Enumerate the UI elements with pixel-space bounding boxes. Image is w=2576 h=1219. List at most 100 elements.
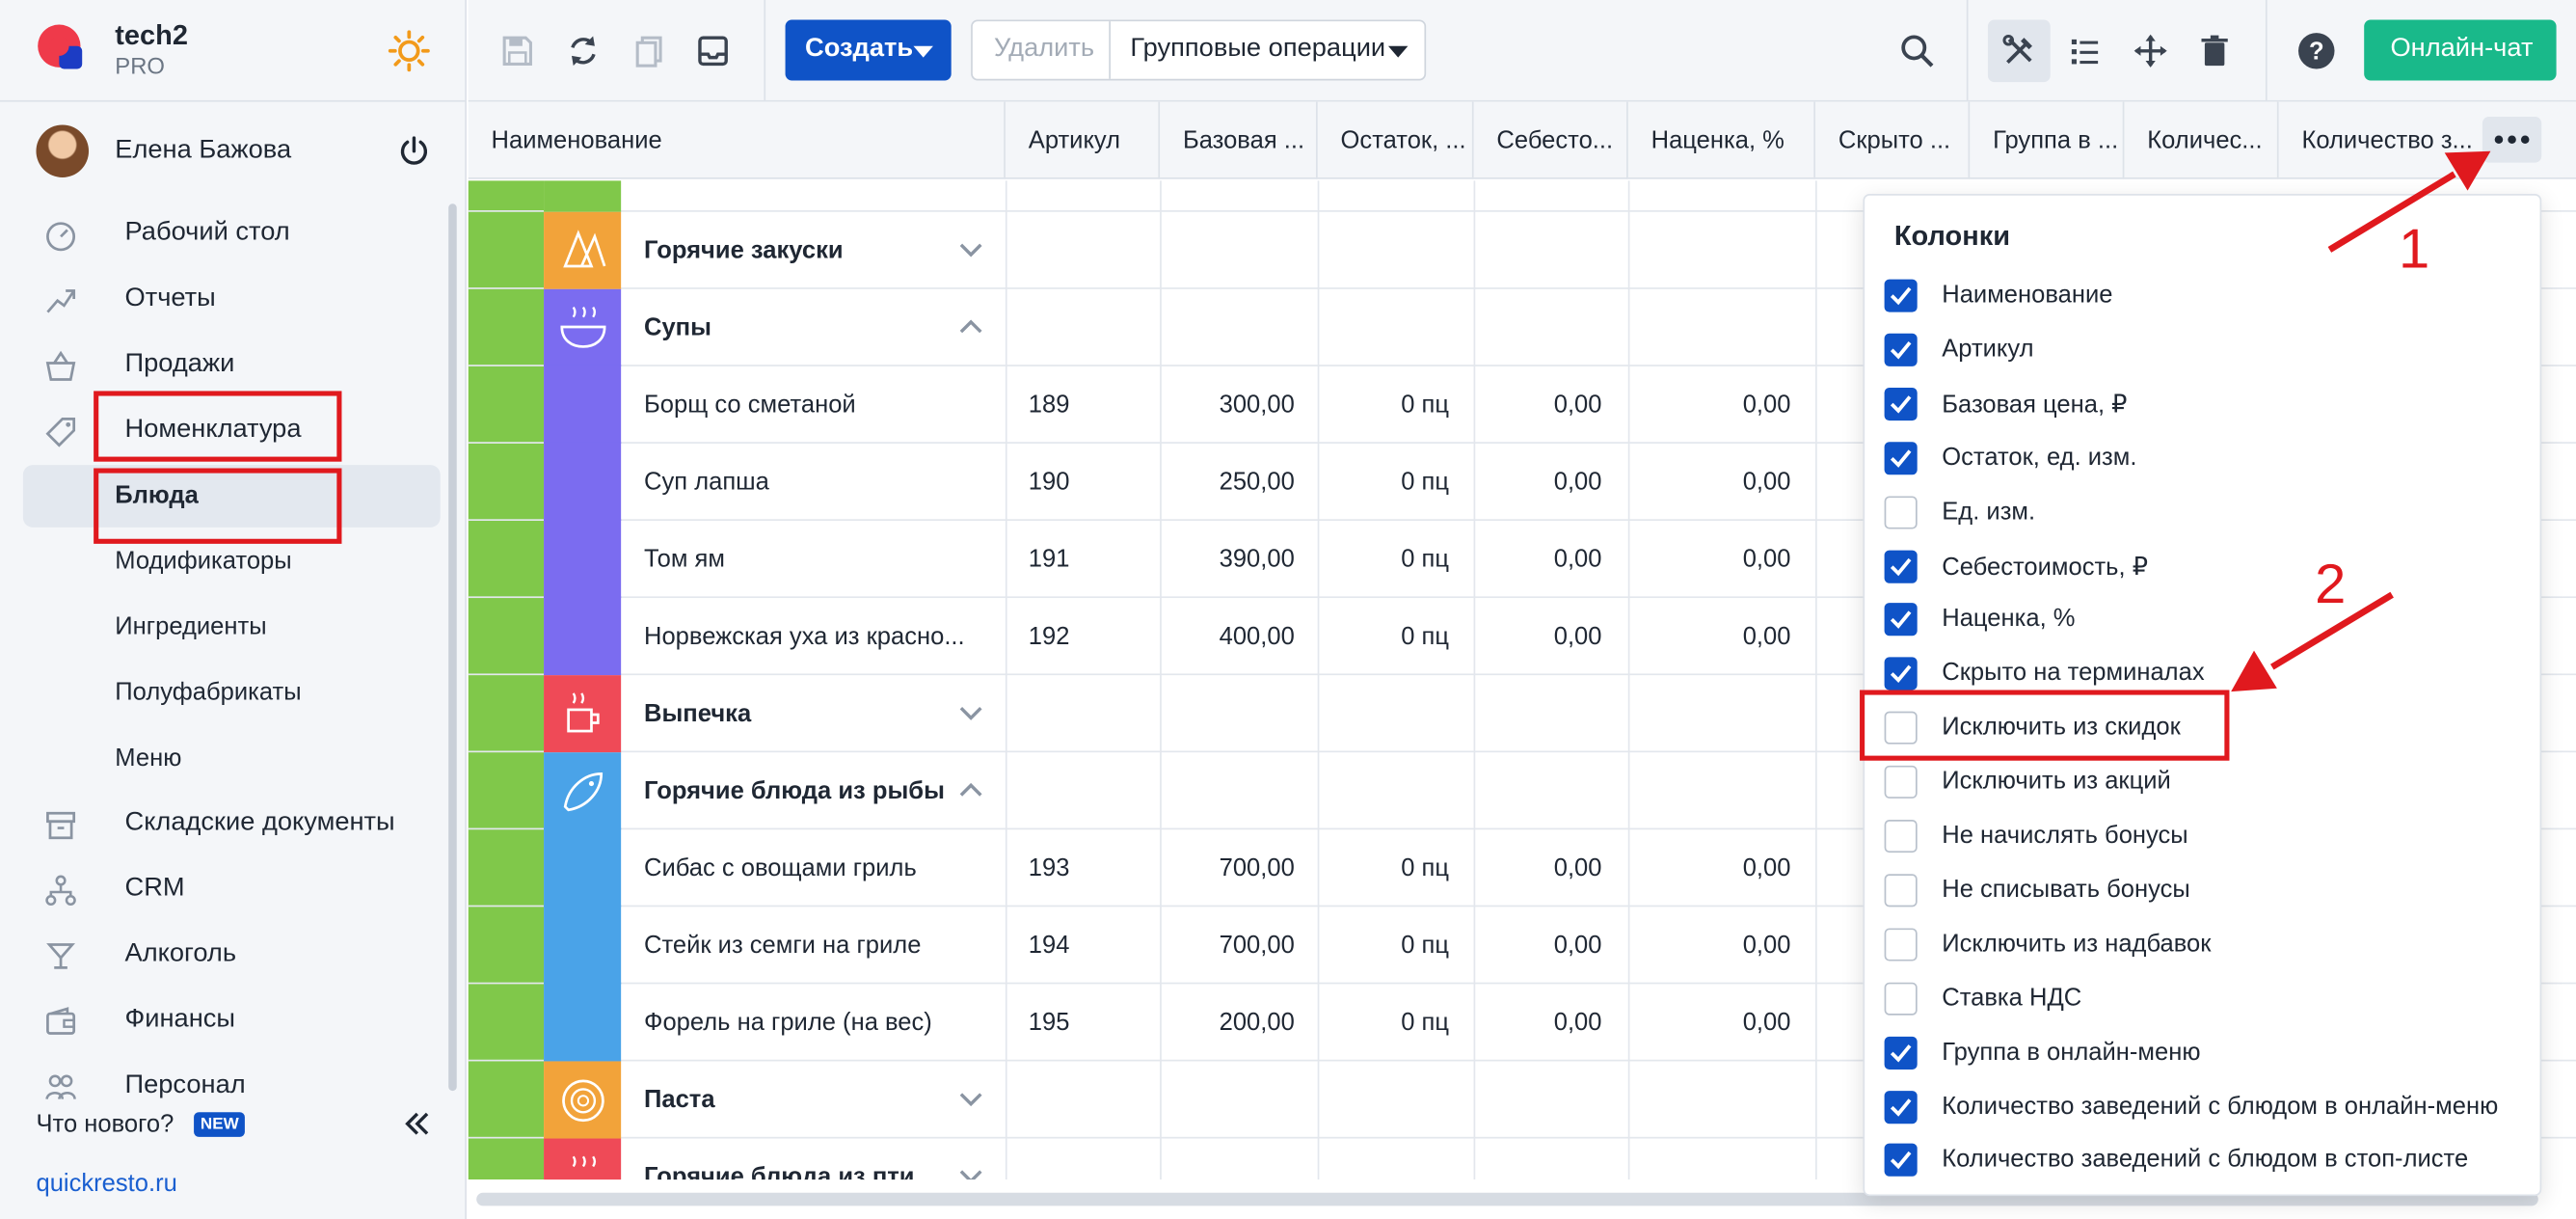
- search-button[interactable]: [1892, 26, 1942, 75]
- theme-sun-icon[interactable]: [388, 30, 430, 72]
- cell-value: 700,00: [1219, 853, 1295, 882]
- site-link[interactable]: quickresto.ru: [36, 1170, 176, 1198]
- delete-button[interactable]: Удалить: [973, 21, 1111, 79]
- cell-value: 250,00: [1219, 468, 1295, 497]
- column-option[interactable]: Исключить из надбавок: [1884, 920, 2542, 969]
- sidebar-item-crm[interactable]: CRM: [23, 857, 441, 920]
- sidebar-item-alcohol[interactable]: Алкоголь: [23, 923, 441, 986]
- column-checkbox[interactable]: [1884, 441, 1918, 474]
- column-checkbox[interactable]: [1884, 1090, 1918, 1124]
- sidebar-item-label: Алкоголь: [124, 939, 237, 968]
- column-option[interactable]: Не списывать бонусы: [1884, 866, 2542, 915]
- sidebar-item-menu[interactable]: Меню: [23, 728, 441, 791]
- column-checkbox[interactable]: [1884, 279, 1918, 312]
- sidebar-item-reports[interactable]: Отчеты: [23, 268, 441, 331]
- column-option[interactable]: Ставка НДС: [1884, 974, 2542, 1023]
- column-option-label: Остаток, ед. изм.: [1942, 443, 2137, 472]
- column-option[interactable]: Ед. изм.: [1884, 487, 2542, 536]
- column-option[interactable]: Базовая цена, ₽: [1884, 379, 2542, 428]
- create-button[interactable]: Создать: [785, 19, 952, 81]
- trash-button[interactable]: [2190, 26, 2240, 75]
- sidebar-item-staff[interactable]: Персонал: [23, 1055, 441, 1118]
- column-checkbox[interactable]: [1884, 549, 1918, 582]
- save-icon: [502, 36, 532, 66]
- column-option[interactable]: Количество заведений с блюдом в онлайн-м…: [1884, 1082, 2542, 1131]
- column-checkbox[interactable]: [1884, 820, 1918, 853]
- logout-power-icon[interactable]: [397, 135, 430, 168]
- column-option[interactable]: Наименование: [1884, 271, 2542, 320]
- sidebar-item-label: Складские документы: [124, 808, 395, 837]
- sidebar-item-ingredients[interactable]: Ингредиенты: [23, 596, 441, 659]
- chevron-up-icon[interactable]: [956, 312, 986, 342]
- online-chat-button[interactable]: Онлайн-чат: [2364, 19, 2557, 81]
- column-header-name[interactable]: Наименование: [469, 101, 1006, 179]
- copy-button[interactable]: [625, 26, 674, 75]
- column-option[interactable]: Исключить из акций: [1884, 757, 2542, 806]
- cell-value: 300,00: [1219, 391, 1295, 420]
- sidebar-item-finance[interactable]: Финансы: [23, 989, 441, 1052]
- column-checkbox[interactable]: [1884, 603, 1918, 637]
- column-header-stock[interactable]: Остаток, ...: [1318, 101, 1474, 179]
- column-option[interactable]: Остаток, ед. изм.: [1884, 433, 2542, 482]
- tools-button[interactable]: [1987, 19, 2051, 83]
- column-header-base-price[interactable]: Базовая ...: [1160, 101, 1318, 179]
- column-header-markup[interactable]: Наценка, %: [1628, 101, 1816, 179]
- sidebar-item-warehouse[interactable]: Складские документы: [23, 792, 441, 854]
- sidebar-scrollbar[interactable]: [448, 203, 457, 1092]
- sidebar-item-semifinished[interactable]: Полуфабрикаты: [23, 663, 441, 725]
- chevron-down-icon[interactable]: [956, 235, 986, 265]
- avatar[interactable]: [36, 124, 90, 177]
- whats-new-link[interactable]: Что нового?: [36, 1111, 174, 1139]
- sidebar: tech2 PRO Елена Бажова Рабочий стол Отче…: [0, 0, 467, 1219]
- column-checkbox[interactable]: [1884, 765, 1918, 799]
- move-button[interactable]: [2126, 26, 2175, 75]
- column-checkbox[interactable]: [1884, 1144, 1918, 1178]
- list-view-button[interactable]: [2060, 26, 2109, 75]
- column-checkbox[interactable]: [1884, 874, 1918, 907]
- column-checkbox[interactable]: [1884, 657, 1918, 691]
- column-checkbox[interactable]: [1884, 1036, 1918, 1070]
- online-chat-label: Онлайн-чат: [2390, 34, 2534, 63]
- column-header-cost[interactable]: Себесто...: [1474, 101, 1628, 179]
- cell-markup: 0,00: [1628, 444, 1791, 521]
- group-operations-dropdown[interactable]: Групповые операции: [1111, 21, 1424, 79]
- chart-icon: [46, 289, 76, 313]
- warehouse-icon: [46, 811, 76, 840]
- column-header-label: Наценка, %: [1650, 126, 1784, 155]
- inbox-button[interactable]: [688, 26, 738, 75]
- sidebar-item-dashboard[interactable]: Рабочий стол: [23, 203, 441, 265]
- column-option-label: Наименование: [1942, 281, 2113, 310]
- column-header-hidden[interactable]: Скрыто ...: [1815, 101, 1971, 179]
- column-option[interactable]: Группа в онлайн-меню: [1884, 1028, 2542, 1077]
- column-checkbox[interactable]: [1884, 982, 1918, 1016]
- list-icon: [2071, 39, 2099, 65]
- chevron-up-icon[interactable]: [956, 775, 986, 805]
- save-button[interactable]: [493, 26, 542, 75]
- help-button[interactable]: ?: [2292, 26, 2341, 75]
- chevron-down-icon[interactable]: [956, 1084, 986, 1114]
- chevron-down-icon[interactable]: [956, 698, 986, 728]
- column-checkbox[interactable]: [1884, 333, 1918, 366]
- column-settings-button[interactable]: [2482, 116, 2542, 163]
- cell-cost: 0,00: [1474, 521, 1602, 598]
- column-header-online-group[interactable]: Группа в ...: [1970, 101, 2125, 179]
- cell-price: 700,00: [1160, 829, 1295, 907]
- column-checkbox[interactable]: [1884, 495, 1918, 528]
- cell-price: 250,00: [1160, 444, 1295, 521]
- column-option[interactable]: Наценка, %: [1884, 595, 2542, 644]
- column-option[interactable]: Количество заведений с блюдом в стоп-лис…: [1884, 1136, 2542, 1185]
- cell-value: 0,00: [1742, 853, 1791, 882]
- column-header-sku[interactable]: Артикул: [1006, 101, 1161, 179]
- column-option[interactable]: Артикул: [1884, 325, 2542, 374]
- chevron-down-icon[interactable]: [956, 1161, 986, 1180]
- column-checkbox[interactable]: [1884, 387, 1918, 420]
- column-checkbox[interactable]: [1884, 928, 1918, 962]
- collapse-sidebar-icon[interactable]: [401, 1107, 434, 1140]
- sidebar-item-sales[interactable]: Продажи: [23, 334, 441, 396]
- column-option[interactable]: Себестоимость, ₽: [1884, 541, 2542, 590]
- column-header-count[interactable]: Количес...: [2124, 101, 2279, 179]
- column-option[interactable]: Не начислять бонусы: [1884, 812, 2542, 861]
- group-name-label: Горячие блюда из рыбы: [644, 776, 945, 805]
- refresh-button[interactable]: [558, 26, 607, 75]
- cell-name: Стейк из семги на гриле: [644, 907, 980, 984]
